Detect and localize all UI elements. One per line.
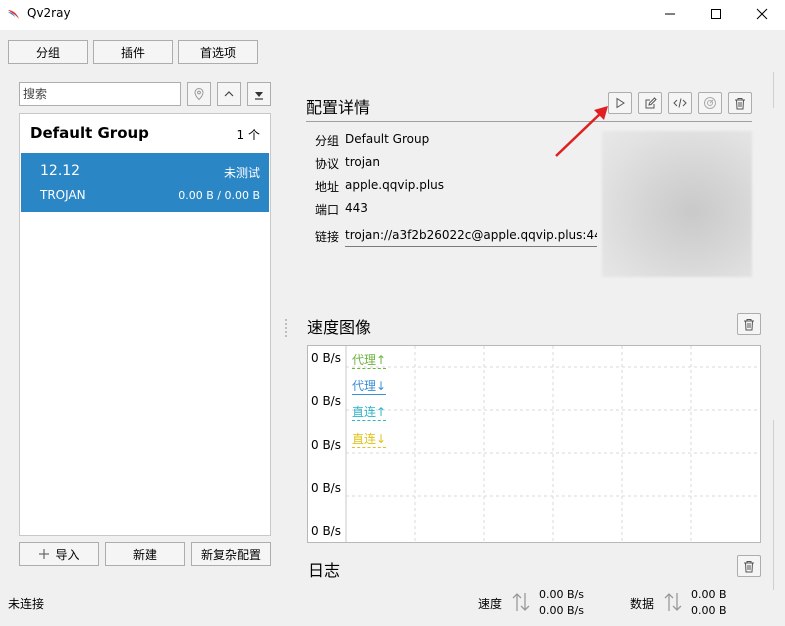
protocol-value: trojan — [345, 155, 381, 169]
connection-status: 未连接 — [8, 597, 45, 611]
plus-icon — [39, 549, 50, 559]
legend-proxy-up: 代理↑ — [352, 353, 387, 369]
location-pin-icon — [194, 87, 204, 101]
code-icon — [673, 98, 687, 108]
latency-test-button[interactable] — [698, 92, 722, 114]
clear-chart-button[interactable] — [737, 313, 761, 335]
connection-list: Default Group 1 个 12.12 未测试 TROJAN 0.00 … — [19, 113, 271, 536]
locate-button[interactable] — [187, 82, 211, 106]
edit-button[interactable] — [638, 92, 662, 114]
splitter-handle[interactable] — [284, 318, 288, 340]
collapse-down-icon — [255, 92, 263, 100]
details-divider — [306, 121, 752, 122]
address-label: 地址 — [315, 180, 340, 194]
legend-direct-up: 直连↑ — [352, 405, 387, 421]
minimize-icon — [665, 13, 675, 15]
new-complex-button[interactable]: 新复杂配置 — [191, 542, 271, 566]
close-button[interactable] — [739, 0, 785, 28]
minimize-button[interactable] — [647, 0, 693, 28]
download-speed: 0.00 B/s — [539, 604, 584, 617]
downloaded-data: 0.00 B — [691, 604, 727, 617]
app-logo-icon — [8, 10, 19, 19]
upload-speed: 0.00 B/s — [539, 588, 584, 601]
edit-json-button[interactable] — [668, 92, 692, 114]
speed-chart: 0 B/s 0 B/s 0 B/s 0 B/s 0 B/s 代理↑ 代理↓ 直连… — [307, 345, 761, 543]
group-value: Default Group — [345, 132, 430, 146]
title-bar: Qv2ray — [0, 0, 785, 30]
preferences-button[interactable]: 首选项 — [178, 40, 258, 64]
share-link-field[interactable]: trojan://a3f2b26022c@apple.qqvip.plus:44 — [345, 225, 597, 247]
delete-button[interactable] — [728, 92, 752, 114]
close-icon — [756, 8, 768, 20]
group-button[interactable]: 分组 — [8, 40, 88, 64]
speed-label: 速度 — [478, 597, 503, 611]
group-name: Default Group — [30, 124, 149, 142]
connection-traffic: 0.00 B / 0.00 B — [178, 189, 260, 202]
connection-item[interactable]: 12.12 未测试 TROJAN 0.00 B / 0.00 B — [21, 153, 269, 212]
maximize-button[interactable] — [693, 0, 739, 28]
port-label: 端口 — [315, 203, 340, 217]
up-down-arrows-icon — [512, 593, 530, 611]
arrow-annotation-icon — [555, 106, 608, 157]
speed-test-icon — [704, 97, 716, 109]
clear-log-button[interactable] — [737, 555, 761, 577]
legend-proxy-down: 代理↓ — [352, 379, 387, 395]
uploaded-data: 0.00 B — [691, 588, 727, 601]
y-tick-label: 0 B/s — [311, 394, 341, 408]
legend-direct-down: 直连↓ — [352, 432, 387, 448]
address-value: apple.qqvip.plus — [345, 178, 445, 192]
window-title: Qv2ray — [27, 6, 71, 20]
scrollbar-track[interactable] — [773, 420, 774, 590]
group-count: 1 个 — [236, 128, 260, 142]
connection-protocol: TROJAN — [40, 188, 86, 202]
y-tick-label: 0 B/s — [311, 351, 341, 365]
move-down-button[interactable] — [247, 82, 271, 106]
move-up-button[interactable] — [217, 82, 241, 106]
log-title: 日志 — [308, 561, 341, 580]
details-title: 配置详情 — [306, 98, 371, 117]
trash-icon — [735, 97, 745, 109]
edit-icon — [645, 96, 657, 108]
import-label: 导入 — [55, 547, 80, 562]
connection-name: 12.12 — [40, 163, 81, 179]
search-input[interactable] — [19, 82, 181, 106]
y-tick-label: 0 B/s — [311, 481, 341, 495]
port-value: 443 — [345, 201, 368, 215]
data-label: 数据 — [630, 597, 655, 611]
group-label: 分组 — [315, 134, 340, 148]
latency-status: 未测试 — [223, 166, 260, 180]
trash-icon — [744, 318, 754, 330]
maximize-icon — [711, 9, 721, 19]
speed-chart-title: 速度图像 — [307, 318, 372, 337]
play-icon — [616, 97, 625, 109]
chevron-up-icon — [224, 91, 234, 97]
trash-icon — [744, 560, 754, 572]
qr-code-image — [602, 131, 752, 277]
up-down-arrows-icon — [664, 593, 682, 611]
plugins-button[interactable]: 插件 — [93, 40, 173, 64]
link-label: 链接 — [315, 230, 340, 244]
import-button[interactable]: 导入 — [19, 542, 99, 566]
scrollbar-track[interactable] — [773, 72, 774, 108]
y-tick-label: 0 B/s — [311, 438, 341, 452]
connect-button[interactable] — [608, 92, 632, 114]
y-tick-label: 0 B/s — [311, 524, 341, 538]
protocol-label: 协议 — [315, 157, 340, 171]
new-button[interactable]: 新建 — [105, 542, 185, 566]
